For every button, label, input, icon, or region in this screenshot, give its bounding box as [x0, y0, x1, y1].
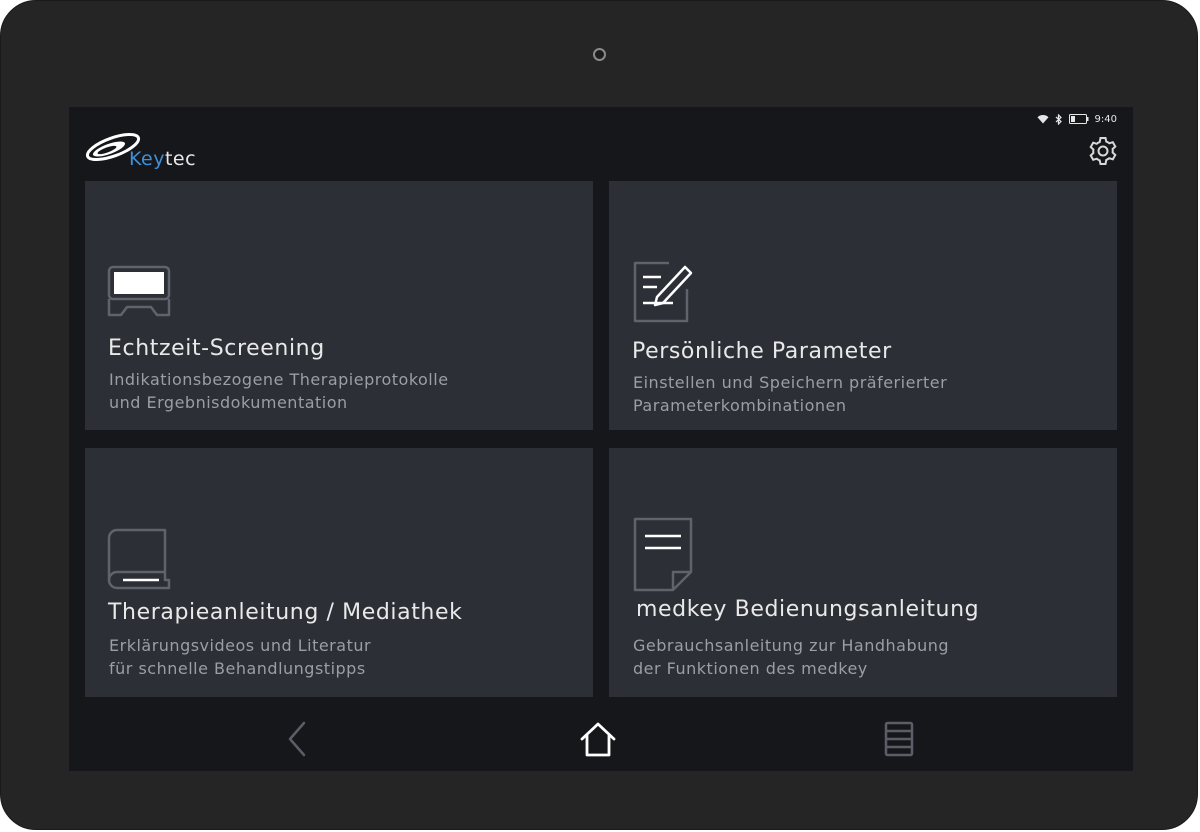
- screening-device-icon: [107, 265, 173, 331]
- manual-document-icon: [631, 516, 697, 592]
- logo-suffix: tec: [164, 148, 197, 170]
- logo-prefix: Key: [129, 148, 165, 170]
- card-description: Erklärungsvideos und Literatur für schne…: [109, 636, 372, 678]
- card-description: Einstellen und Speichern präferierter Pa…: [633, 373, 948, 415]
- edit-document-icon: [631, 259, 697, 325]
- recent-apps-icon: [884, 721, 914, 757]
- status-time: 9:40: [1094, 113, 1117, 125]
- recent-apps-button[interactable]: [877, 717, 921, 761]
- keytec-logo: Keytec: [83, 129, 196, 175]
- navigation-bar: [69, 707, 1133, 771]
- card-echtzeit-screening[interactable]: Echtzeit-Screening Indikationsbezogene T…: [85, 181, 593, 430]
- card-title: Persönliche Parameter: [632, 339, 892, 364]
- home-icon: [580, 722, 616, 757]
- back-chevron-icon: [288, 721, 306, 757]
- status-bar: 9:40: [1037, 110, 1117, 128]
- tablet-frame: 9:40 Keytec Echtzeit-Screening Indikatio…: [0, 0, 1198, 830]
- card-description: Gebrauchsanleitung zur Handhabung der Fu…: [633, 636, 950, 678]
- logo-wordmark: Keytec: [129, 148, 196, 170]
- card-medkey-bedienungsanleitung[interactable]: medkey Bedienungsanleitung Gebrauchsanle…: [609, 448, 1117, 697]
- settings-button[interactable]: [1087, 135, 1119, 167]
- card-therapieanleitung-mediathek[interactable]: Therapieanleitung / Mediathek Erklärungs…: [85, 448, 593, 697]
- menu-grid: Echtzeit-Screening Indikationsbezogene T…: [85, 181, 1117, 697]
- card-title: medkey Bedienungsanleitung: [636, 597, 980, 622]
- card-persoenliche-parameter[interactable]: Persönliche Parameter Einstellen und Spe…: [609, 181, 1117, 430]
- battery-icon: [1068, 114, 1089, 124]
- home-button[interactable]: [576, 717, 620, 761]
- card-description: Indikationsbezogene Therapieprotokolle u…: [109, 370, 449, 412]
- bluetooth-icon: [1055, 113, 1063, 125]
- gear-icon: [1089, 137, 1117, 165]
- back-button[interactable]: [276, 717, 320, 761]
- front-camera: [593, 48, 606, 61]
- wifi-icon: [1037, 114, 1049, 124]
- book-icon: [107, 528, 173, 594]
- app-screen: 9:40 Keytec Echtzeit-Screening Indikatio…: [69, 107, 1133, 771]
- card-title: Therapieanleitung / Mediathek: [108, 600, 463, 625]
- card-title: Echtzeit-Screening: [108, 336, 325, 361]
